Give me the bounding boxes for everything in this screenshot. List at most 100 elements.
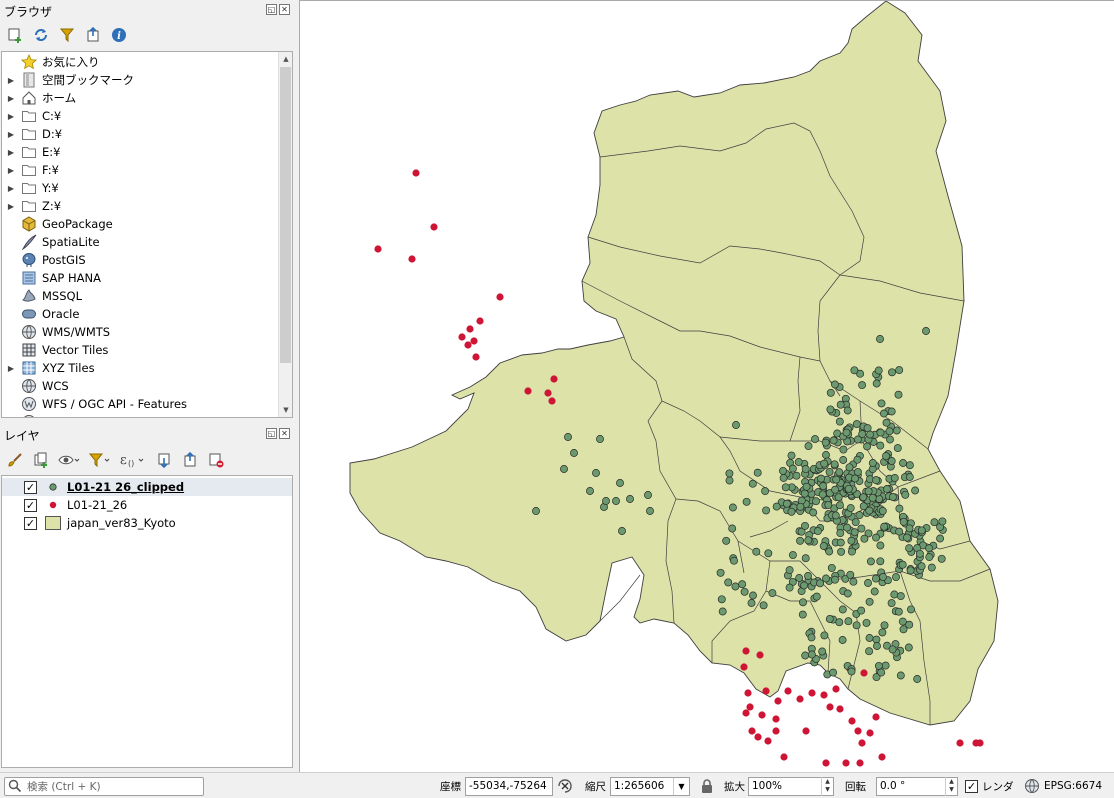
browser-item[interactable]: ▶ D:¥ [2,125,292,143]
manage-visibility-button[interactable] [56,449,82,470]
browser-item[interactable]: ▶ Y:¥ [2,179,292,197]
collapse-all-button[interactable] [82,24,103,45]
browser-item[interactable]: ▶ F:¥ [2,161,292,179]
clipped-point [915,549,924,558]
undock-button[interactable]: ◱ [266,428,277,439]
browser-item[interactable]: ▶ XYZ Tiles [2,359,292,377]
clipped-point [853,455,862,464]
browser-item[interactable]: ▶ 空間ブックマーク [2,71,292,89]
clipped-point [894,607,903,616]
outside-point [476,317,484,325]
filter-by-expression-button[interactable]: ε() [118,449,148,470]
filter-legend-button[interactable] [87,449,113,470]
layer-visibility-checkbox[interactable]: ✓ [24,498,37,512]
browser-panel-title: ブラウザ [4,5,53,19]
browser-item[interactable]: MSSQL [2,287,292,305]
layers-panel: レイヤ ◱ ✕ ε() ✓ L01-21 26_clipped ✓ L01-21… [0,424,296,772]
close-panel-button[interactable]: ✕ [279,428,290,439]
browser-item[interactable]: WFS / OGC API - Features [2,395,292,413]
clipped-point [822,451,830,459]
filter-icon [89,453,110,467]
browser-item-label: ホーム [42,91,77,105]
expand-arrow-icon[interactable]: ▶ [2,184,20,193]
outside-point [746,703,754,711]
spin-buttons[interactable]: ▲ ▼ [945,776,957,796]
collapse-all-button[interactable] [179,449,200,470]
rotation-spinbox[interactable]: 0.0 ° ▲ ▼ [876,776,958,796]
expand-arrow-icon[interactable]: ▶ [2,112,20,121]
star-icon [20,54,37,70]
clipped-point [836,400,845,409]
scale-combobox[interactable]: 1:265606 ▼ [610,776,690,796]
browser-item[interactable]: PostGIS [2,251,292,269]
clipped-point [762,506,771,515]
add-group-button[interactable] [30,449,51,470]
vector-tiles-icon [20,342,37,358]
toggle-extents-icon[interactable] [556,777,574,795]
expand-arrow-icon[interactable]: ▶ [2,94,20,103]
layer-visibility-checkbox[interactable]: ✓ [24,516,37,530]
layer-tree[interactable]: ✓ L01-21 26_clipped ✓ L01-21_26 ✓ japan_ver83… [1,475,293,768]
expand-arrow-icon[interactable]: ▶ [2,148,20,157]
clipped-point [799,598,807,607]
clipped-point [892,573,900,582]
browser-item[interactable]: ▶ Z:¥ [2,197,292,215]
expand-arrow-icon[interactable]: ▶ [2,130,20,139]
outside-point [744,689,752,697]
browser-item[interactable]: Oracle [2,305,292,323]
expand-arrow-icon[interactable]: ▶ [2,364,20,373]
clipped-point [822,574,830,583]
remove-layer-button[interactable] [205,449,226,470]
undock-button[interactable]: ◱ [266,4,277,15]
map-canvas[interactable] [299,0,1114,772]
browser-item[interactable]: GeoPackage [2,215,292,233]
open-layer-styling-button[interactable] [4,449,25,470]
layer-item[interactable]: ✓ L01-21_26 [2,496,292,514]
browser-scrollbar[interactable]: ▲ ▼ [278,52,292,417]
add-selected-layers-button[interactable] [4,24,25,45]
scrollbar-thumb[interactable] [280,67,291,363]
refresh-button[interactable] [30,24,51,45]
clipped-point [818,647,827,656]
browser-item[interactable]: WCS [2,377,292,395]
clipped-point [865,634,874,642]
locator-search-input[interactable]: 検索 (Ctrl + K) [4,776,204,796]
mssql-icon [20,288,37,304]
browser-item[interactable]: ▶ ホーム [2,89,292,107]
spin-buttons[interactable]: ▲ ▼ [821,776,833,796]
crs-button[interactable]: EPSG:6674 [1044,780,1102,792]
browser-item[interactable]: WMS/WMTS [2,323,292,341]
expand-arrow-icon[interactable]: ▶ [2,76,20,85]
expand-all-button[interactable] [153,449,174,470]
clipped-point [618,527,626,535]
clipped-point [850,528,859,537]
browser-item[interactable]: ▶ E:¥ [2,143,292,161]
outside-point [772,727,780,735]
lock-icon[interactable] [700,778,714,794]
browser-item[interactable]: Vector Tiles [2,341,292,359]
magnifier-spinbox[interactable]: 100% ▲ ▼ [748,776,834,796]
chevron-down-icon[interactable]: ▼ [673,777,689,795]
clipped-point [887,457,896,465]
clipped-point [740,587,749,596]
browser-item[interactable]: SpatiaLite [2,233,292,251]
close-panel-button[interactable]: ✕ [279,4,290,15]
browser-item[interactable]: お気に入り [2,53,292,71]
filter-browser-button[interactable] [56,24,77,45]
clipped-point [801,465,810,474]
properties-button[interactable]: i [108,24,129,45]
layer-visibility-checkbox[interactable]: ✓ [24,480,37,494]
coordinate-field[interactable]: -55034,-75264 [465,776,553,796]
clipped-point [859,493,868,502]
clipped-point [863,424,872,433]
render-checkbox[interactable]: ✓ [965,779,978,793]
outside-point [742,647,750,655]
expand-arrow-icon[interactable]: ▶ [2,166,20,175]
clipped-point [927,563,936,572]
browser-item[interactable]: ▶ C:¥ [2,107,292,125]
layer-item[interactable]: ✓ L01-21 26_clipped [2,478,292,496]
browser-tree[interactable]: お気に入り ▶ 空間ブックマーク ▶ ホーム ▶ C:¥ ▶ D:¥ ▶ E:¥ ▶ F:¥ ▶ Y:¥ ▶ Z… [1,51,293,418]
expand-arrow-icon[interactable]: ▶ [2,202,20,211]
browser-item[interactable]: SAP HANA [2,269,292,287]
layer-item[interactable]: ✓ japan_ver83_Kyoto [2,514,292,532]
